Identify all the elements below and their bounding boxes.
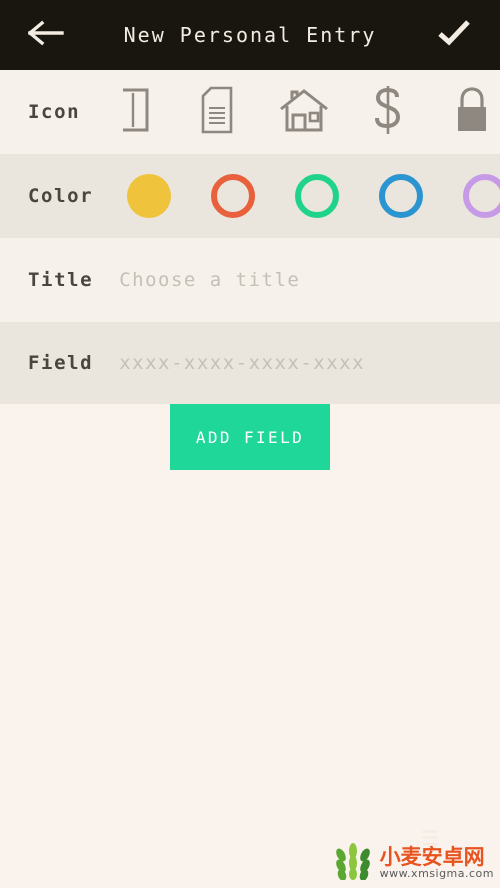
- color-picker-strip[interactable]: [107, 154, 500, 238]
- page-title: New Personal Entry: [123, 23, 377, 47]
- arrow-left-icon: [27, 20, 64, 50]
- home-icon: [278, 87, 330, 137]
- icon-option-lock[interactable]: [430, 70, 500, 154]
- icon-option-dollar[interactable]: [346, 70, 430, 154]
- dollar-icon: [371, 84, 405, 140]
- icon-row-label: Icon: [28, 101, 81, 123]
- color-option-blue[interactable]: [359, 154, 443, 238]
- color-option-purple[interactable]: [443, 154, 500, 238]
- document-icon: [199, 86, 241, 138]
- check-icon: [437, 19, 471, 51]
- icon-option-document[interactable]: [178, 70, 262, 154]
- field-row-label: Field: [28, 352, 94, 374]
- color-option-yellow[interactable]: [107, 154, 191, 238]
- color-swatch-yellow: [127, 174, 172, 218]
- title-row-label: Title: [28, 269, 94, 291]
- color-swatch-red: [211, 174, 256, 218]
- field-input[interactable]: xxxx-xxxx-xxxx-xxxx: [119, 352, 500, 374]
- icon-option-card[interactable]: [94, 70, 178, 154]
- color-row-label: Color: [28, 185, 94, 207]
- app-root: New Personal Entry Icon Color Title Choo…: [0, 0, 500, 888]
- color-option-green[interactable]: [275, 154, 359, 238]
- back-button[interactable]: [18, 7, 74, 63]
- icon-picker-strip[interactable]: [94, 70, 500, 154]
- card-icon: [119, 87, 153, 137]
- watermark-brand: 小麦安卓网: [379, 845, 485, 870]
- watermark-text: 小麦安卓网 www.xmsigma.com: [380, 846, 494, 880]
- color-swatch-blue: [379, 174, 424, 218]
- icon-row: Icon: [0, 70, 500, 154]
- watermark: 小麦安卓网 www.xmsigma.com: [332, 842, 494, 884]
- color-swatch-green: [295, 174, 340, 218]
- icon-option-home[interactable]: [262, 70, 346, 154]
- app-bar: New Personal Entry: [0, 0, 500, 70]
- watermark-url: www.xmsigma.com: [379, 867, 494, 881]
- color-row: Color: [0, 154, 500, 238]
- add-field-button[interactable]: ADD FIELD: [170, 404, 330, 470]
- add-field-button-container: ADD FIELD: [0, 404, 500, 470]
- field-row: Field xxxx-xxxx-xxxx-xxxx: [0, 322, 500, 404]
- color-swatch-purple: [463, 174, 500, 218]
- floating-action-button[interactable]: ☰: [412, 826, 448, 850]
- confirm-button[interactable]: [426, 7, 482, 63]
- color-option-red[interactable]: [191, 154, 275, 238]
- title-input[interactable]: Choose a title: [119, 269, 500, 291]
- title-row: Title Choose a title: [0, 238, 500, 322]
- lock-icon: [453, 86, 491, 138]
- wheat-logo-icon: [332, 842, 374, 884]
